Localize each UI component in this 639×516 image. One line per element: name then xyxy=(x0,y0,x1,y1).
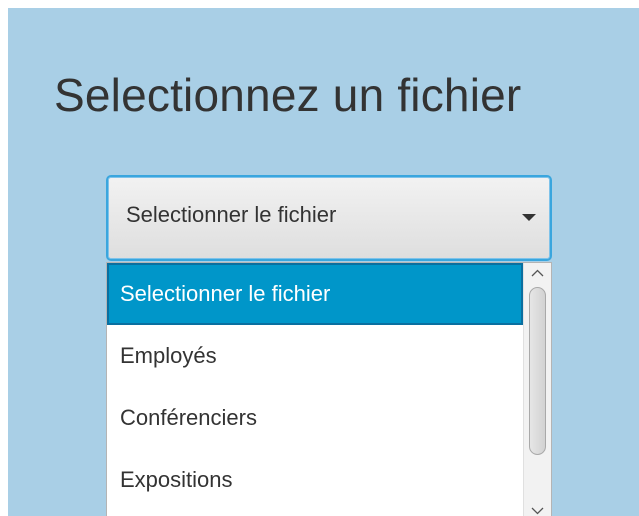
chevron-down-icon[interactable] xyxy=(524,501,551,516)
chevron-up-icon[interactable] xyxy=(524,263,551,283)
dropdown-item-conferenciers[interactable]: Conférenciers xyxy=(107,387,523,449)
file-select-combobox[interactable]: Selectionner le fichier xyxy=(106,175,552,261)
app-window: Selectionnez un fichier Selectionner le … xyxy=(8,8,639,516)
combobox-value: Selectionner le fichier xyxy=(126,202,337,227)
triangle-down-icon[interactable] xyxy=(522,214,536,221)
dropdown-list: Selectionner le fichier Employés Confére… xyxy=(106,262,552,516)
dropdown-options: Selectionner le fichier Employés Confére… xyxy=(107,263,523,516)
dropdown-item-expositions[interactable]: Expositions xyxy=(107,449,523,511)
scrollbar-thumb[interactable] xyxy=(529,287,546,455)
page-title: Selectionnez un fichier xyxy=(54,69,522,121)
dropdown-item-selectionner-le-fichier[interactable]: Selectionner le fichier xyxy=(107,263,523,325)
dropdown-item-employes[interactable]: Employés xyxy=(107,325,523,387)
dropdown-scrollbar[interactable] xyxy=(523,263,551,516)
